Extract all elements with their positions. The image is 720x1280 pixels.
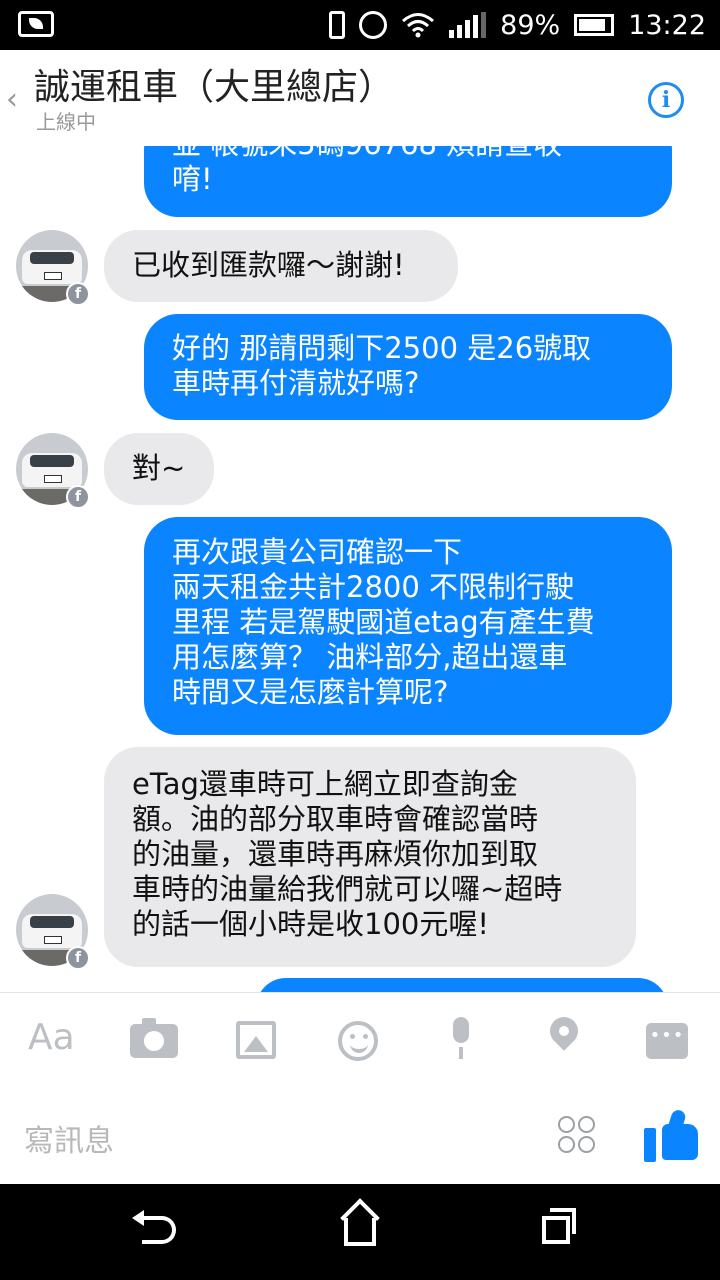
more-options-icon[interactable] bbox=[646, 1023, 688, 1059]
camera-icon[interactable] bbox=[130, 1018, 178, 1058]
message-input[interactable]: 寫訊息 bbox=[24, 1116, 114, 1160]
battery-percent: 89% bbox=[500, 9, 561, 41]
sticker-icon[interactable] bbox=[558, 1116, 600, 1158]
gallery-icon[interactable] bbox=[236, 1021, 276, 1059]
battery-icon bbox=[574, 14, 615, 36]
messenger-badge-icon: f bbox=[66, 946, 90, 970]
message-bubble-outgoing: 再次跟貴公司確認一下 兩天租金共計2800 不限制行駛 里程 若是駕駛國道eta… bbox=[144, 517, 672, 735]
emoji-icon[interactable] bbox=[338, 1021, 378, 1061]
text-tool-button[interactable]: Aa bbox=[28, 1017, 75, 1061]
composer-toolbar: Aa bbox=[0, 992, 720, 1089]
notification-leaf-icon bbox=[18, 11, 54, 37]
message-bubble-outgoing: 並 帳號末5碼96768 煩請查收 唷! bbox=[144, 146, 672, 217]
system-nav-bar bbox=[0, 1184, 720, 1280]
vibrate-icon bbox=[329, 11, 346, 39]
nav-recent-apps-icon[interactable] bbox=[542, 1208, 576, 1244]
message-composer[interactable]: 寫訊息 bbox=[0, 1088, 720, 1184]
contact-name[interactable]: 誠運租車（大里總店） bbox=[34, 58, 394, 110]
microphone-icon[interactable] bbox=[450, 1017, 472, 1061]
messenger-badge-icon: f bbox=[66, 282, 90, 306]
message-bubble-outgoing: 好的 那請問剩下2500 是26號取 車時再付清就好嗎? bbox=[144, 314, 672, 420]
clock: 13:22 bbox=[628, 9, 706, 41]
location-pin-icon[interactable] bbox=[548, 1017, 580, 1061]
status-bar: 89% 13:22 bbox=[0, 0, 720, 50]
messenger-badge-icon: f bbox=[66, 485, 90, 509]
wifi-icon bbox=[401, 11, 435, 39]
nav-back-icon[interactable] bbox=[132, 1210, 176, 1244]
alarm-icon bbox=[359, 11, 388, 39]
info-icon[interactable]: i bbox=[648, 82, 684, 118]
message-bubble-outgoing-partial bbox=[256, 978, 668, 992]
status-icons: 89% 13:22 bbox=[329, 0, 706, 50]
message-bubble-incoming: 已收到匯款囉～謝謝! bbox=[104, 230, 458, 302]
message-list[interactable]: 並 帳號末5碼96768 煩請查收 唷! f 已收到匯款囉～謝謝! 好的 那請問… bbox=[0, 146, 720, 992]
presence-status: 上線中 bbox=[36, 110, 96, 134]
conversation-header: ‹ 誠運租車（大里總店） 上線中 i bbox=[0, 50, 720, 147]
thumbs-up-icon[interactable] bbox=[644, 1108, 700, 1166]
signal-icon bbox=[449, 12, 487, 38]
message-bubble-incoming: eTag還車時可上網立即查詢金 額。油的部分取車時會確認當時 的油量，還車時再麻… bbox=[104, 747, 636, 967]
message-bubble-incoming: 對~ bbox=[104, 433, 214, 505]
nav-home-icon[interactable] bbox=[344, 1218, 376, 1246]
back-chevron-icon[interactable]: ‹ bbox=[6, 82, 18, 117]
